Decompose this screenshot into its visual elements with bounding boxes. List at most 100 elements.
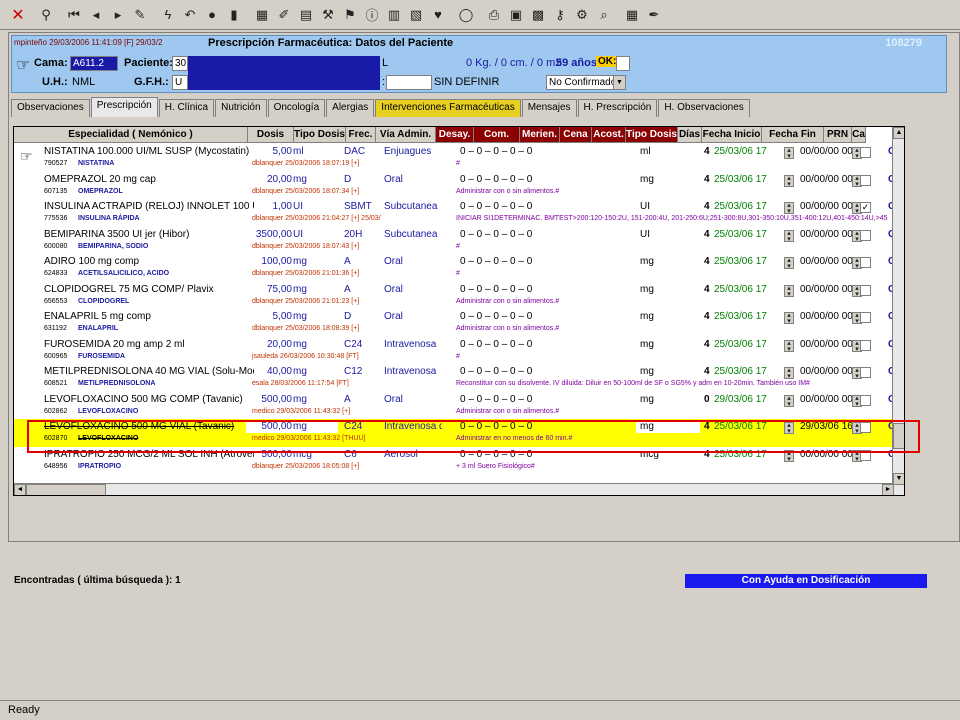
prn-checkbox[interactable]: ✓	[860, 202, 871, 213]
tab-h-prescripci-n[interactable]: H. Prescripción	[577, 99, 658, 117]
binoculars-icon[interactable]: ⚲	[36, 5, 56, 25]
table-row[interactable]: ☞ NISTATINA 100.000 UI/ML SUSP (Mycostati…	[14, 144, 895, 172]
start-date-spinner[interactable]: ▴ ▾	[784, 257, 794, 270]
column-header[interactable]: Acost.	[592, 127, 626, 143]
prn-checkbox[interactable]	[860, 394, 871, 406]
trash-icon[interactable]: ▮	[224, 5, 244, 25]
info-icon[interactable]: ⓘ	[362, 5, 382, 25]
column-header[interactable]: Ca	[852, 127, 866, 143]
start-date-spinner[interactable]: ▴ ▾	[784, 394, 794, 408]
search-doc-icon[interactable]: ⌕	[594, 5, 614, 25]
table-row[interactable]: ENALAPRIL 5 mg comp 631192 ENALAPRIL 5,00 mg…	[14, 309, 895, 337]
table-row[interactable]: METILPREDNISOLONA 40 MG VIAL (Solu-Moder…	[14, 364, 895, 392]
ok-checkbox[interactable]	[616, 56, 630, 71]
column-header[interactable]: Dosis	[248, 127, 294, 143]
column-header[interactable]: Fecha Inicio	[702, 127, 762, 143]
tab-observaciones[interactable]: Observaciones	[11, 99, 90, 117]
dose-unit: mg	[293, 366, 307, 377]
tab-h-cl-nica[interactable]: H. Clínica	[158, 99, 215, 117]
table-icon[interactable]: ▥	[384, 5, 404, 25]
column-header[interactable]: Cena	[560, 127, 592, 143]
table-row[interactable]: ADIRO 100 mg comp 624833 ACETILSALICILICO,…	[14, 254, 895, 282]
prn-checkbox[interactable]	[860, 174, 871, 186]
note-icon[interactable]: ✐	[274, 5, 294, 25]
table-row[interactable]: INSULINA ACTRAPID (RELOJ) INNOLET 100 UI…	[14, 199, 895, 227]
tools-icon[interactable]: ⚒	[318, 5, 338, 25]
scroll-up-icon[interactable]: ▲	[893, 127, 904, 139]
pen-icon[interactable]: ✒	[644, 5, 664, 25]
start-date-spinner[interactable]: ▴ ▾	[784, 147, 794, 160]
horizontal-scrollbar[interactable]: ◄ ►	[14, 483, 894, 495]
prn-checkbox[interactable]	[860, 339, 871, 351]
heart-icon[interactable]: ♥	[428, 5, 448, 25]
column-header[interactable]: PRN	[824, 127, 852, 143]
book-icon[interactable]: ▧	[406, 5, 426, 25]
cama-field[interactable]: A611.2	[70, 56, 118, 71]
column-header[interactable]: Especialidad ( Nemónico )	[14, 127, 248, 143]
paciente-field[interactable]: 30	[172, 56, 188, 71]
start-date-spinner[interactable]: ▴ ▾	[784, 339, 794, 353]
column-header[interactable]: Fecha Fin	[762, 127, 824, 143]
prn-checkbox[interactable]	[860, 284, 871, 296]
tab-oncolog-a[interactable]: Oncología	[267, 99, 326, 117]
record-icon[interactable]: ●	[202, 5, 222, 25]
prn-checkbox[interactable]	[860, 147, 871, 158]
key-icon[interactable]: ⚷	[550, 5, 570, 25]
confirm-select[interactable]: No Confirmado ▼	[546, 75, 626, 90]
table-row[interactable]: OMEPRAZOL 20 mg cap 607135 OMEPRAZOL 20,00 m…	[14, 172, 895, 200]
calc-icon[interactable]: ▩	[528, 5, 548, 25]
gfh-field[interactable]: U	[172, 75, 188, 90]
column-header[interactable]: Frec.	[346, 127, 376, 143]
first-icon[interactable]: ⏮	[64, 5, 84, 25]
print-icon[interactable]: ⎙	[484, 5, 504, 25]
chevron-down-icon[interactable]: ▼	[613, 76, 625, 89]
undo-icon[interactable]: ↶	[180, 5, 200, 25]
column-header[interactable]: Tipo Dosis	[626, 127, 678, 143]
table-row[interactable]: BEMIPARINA 3500 UI jer (Hibor) 600080 BEMI…	[14, 227, 895, 255]
gear-icon[interactable]: ⚙	[572, 5, 592, 25]
grid-icon[interactable]: ▦	[252, 5, 272, 25]
tab-prescripci-n[interactable]: Prescripción	[90, 97, 158, 117]
prev-icon[interactable]: ◂	[86, 5, 106, 25]
table-row[interactable]: CLOPIDOGREL 75 MG COMP/ Plavix 656553 CLOP…	[14, 282, 895, 310]
tab-alergias[interactable]: Alergias	[326, 99, 375, 117]
start-date-spinner[interactable]: ▴ ▾	[784, 202, 794, 215]
prn-checkbox[interactable]	[860, 257, 871, 268]
column-header[interactable]: Com.	[474, 127, 520, 143]
lightning-icon[interactable]: ϟ	[158, 5, 178, 25]
scroll-down-icon[interactable]: ▼	[893, 473, 904, 485]
tab-mensajes[interactable]: Mensajes	[521, 99, 577, 117]
prn-checkbox[interactable]	[860, 312, 871, 323]
doc-icon[interactable]: ▤	[296, 5, 316, 25]
edit-icon[interactable]: ✎	[130, 5, 150, 25]
scroll-left-icon[interactable]: ◄	[14, 484, 26, 495]
column-header[interactable]: Días	[678, 127, 702, 143]
prn-checkbox[interactable]	[860, 229, 871, 241]
column-header[interactable]: Merien.	[520, 127, 560, 143]
chat-icon[interactable]: ◯	[456, 5, 476, 25]
table-row[interactable]: LEVOFLOXACINO 500 MG COMP (Tavanic) 60286…	[14, 392, 895, 420]
next-icon[interactable]: ▸	[108, 5, 128, 25]
start-date-spinner[interactable]: ▴ ▾	[784, 284, 794, 298]
start-date-spinner[interactable]: ▴ ▾	[784, 174, 794, 188]
start-date-spinner[interactable]: ▴ ▾	[784, 312, 794, 325]
generic-name: NISTATINA	[78, 160, 115, 167]
column-header[interactable]: Desay.	[436, 127, 474, 143]
photo-icon[interactable]: ▣	[506, 5, 526, 25]
table-row[interactable]: FUROSEMIDA 20 mg amp 2 ml 600965 FUROSEMID…	[14, 337, 895, 365]
flag-icon[interactable]: ⚑	[340, 5, 360, 25]
tab-nutrici-n[interactable]: Nutrición	[215, 99, 267, 117]
hscroll-thumb[interactable]	[26, 484, 106, 495]
prn-checkbox[interactable]	[860, 367, 871, 378]
calendar-icon[interactable]: ▦	[622, 5, 642, 25]
column-header[interactable]: Vía Admin.	[376, 127, 436, 143]
start-date-spinner[interactable]: ▴ ▾	[784, 367, 794, 380]
start-date-spinner[interactable]: ▴ ▾	[784, 229, 794, 243]
dosing-help-button[interactable]: Con Ayuda en Dosificación	[685, 574, 927, 588]
def-field[interactable]	[386, 75, 432, 90]
tab-intervenciones-farmac-uticas[interactable]: Intervenciones Farmacéuticas	[375, 99, 521, 117]
tab-h-observaciones[interactable]: H. Observaciones	[658, 99, 750, 117]
close-icon[interactable]: ✕	[8, 5, 28, 25]
scroll-right-icon[interactable]: ►	[882, 484, 894, 495]
column-header[interactable]: Tipo Dosis	[294, 127, 346, 143]
